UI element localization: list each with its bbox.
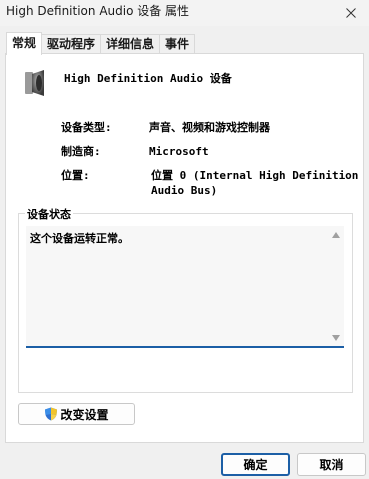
change-settings-label: 改变设置 [60,407,109,422]
location-value-line1: 位置 0 (Internal High Definition [151,169,359,182]
device-status-textbox[interactable]: 这个设备运转正常。 [26,226,344,348]
device-status-title: 设备状态 [25,206,73,222]
uac-shield-icon [44,407,58,421]
general-panel: High Definition Audio 设备 设备类型: 声音、视频和游戏控… [5,53,364,443]
manufacturer-value: Microsoft [149,145,209,158]
window-title: High Definition Audio 设备 属性 [6,4,190,18]
tab-events[interactable]: 事件 [159,34,196,54]
location-value-line2: Audio Bus) [151,184,218,197]
tab-general[interactable]: 常规 [6,32,43,55]
close-icon [346,8,356,18]
tab-driver[interactable]: 驱动程序 [41,34,102,54]
device-type-value: 声音、视频和游戏控制器 [149,121,270,134]
close-button[interactable] [333,0,369,26]
device-status-text: 这个设备运转正常。 [30,232,129,245]
tab-strip: 常规 驱动程序 详细信息 事件 [6,32,196,55]
manufacturer-label: 制造商: [61,145,101,158]
cancel-button[interactable]: 取消 [297,453,366,476]
location-label: 位置: [61,169,90,182]
scroll-down-icon[interactable] [331,333,341,343]
ok-button[interactable]: 确定 [221,453,290,476]
device-name: High Definition Audio 设备 [64,72,232,85]
speaker-icon [22,68,48,101]
title-bar: High Definition Audio 设备 属性 [0,0,369,26]
tab-details[interactable]: 详细信息 [100,34,161,54]
device-status-group: 设备状态 这个设备运转正常。 [18,206,353,393]
device-type-label: 设备类型: [61,121,112,134]
change-settings-button[interactable]: 改变设置 [18,403,135,425]
scroll-up-icon[interactable] [331,230,341,240]
